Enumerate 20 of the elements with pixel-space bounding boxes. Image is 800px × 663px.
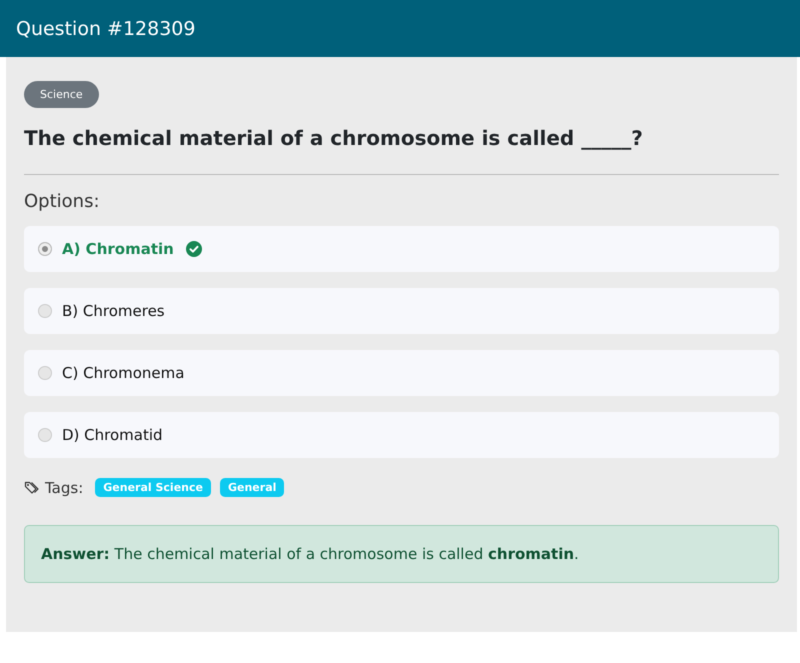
option-label: D) Chromatid — [62, 426, 163, 444]
option-label: A) Chromatin — [62, 240, 174, 258]
option-label: B) Chromeres — [62, 302, 165, 320]
radio-button[interactable] — [38, 304, 52, 318]
question-title: Question #128309 — [16, 18, 196, 40]
radio-button[interactable] — [38, 428, 52, 442]
question-text: The chemical material of a chromosome is called _____? — [24, 126, 644, 150]
option-label: C) Chromonema — [62, 364, 184, 382]
option-row[interactable]: A) Chromatin — [24, 226, 779, 272]
check-circle-icon — [186, 241, 202, 257]
radio-button[interactable] — [38, 366, 52, 380]
option-row[interactable]: C) Chromonema — [24, 350, 779, 396]
options-label: Options: — [24, 191, 101, 212]
option-row[interactable]: D) Chromatid — [24, 412, 779, 458]
tags-label: Tags: — [45, 478, 84, 496]
answer-text: Answer: The chemical material of a chromosome is called chromatin. — [41, 545, 579, 563]
option-row[interactable]: B) Chromeres — [24, 288, 779, 334]
radio-button[interactable] — [38, 242, 52, 256]
category-badge: Science — [24, 81, 99, 108]
tags-icon — [24, 480, 40, 496]
